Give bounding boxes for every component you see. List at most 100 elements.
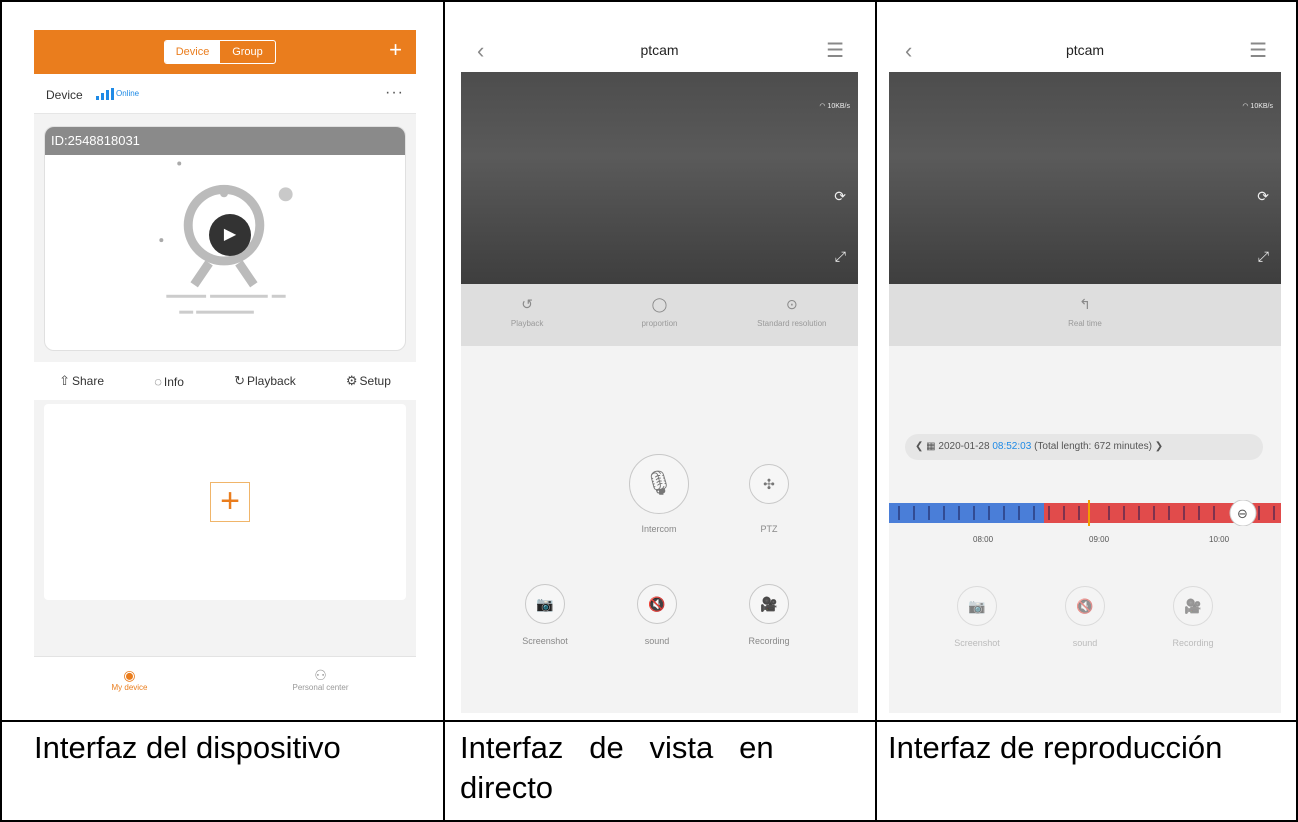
tab-device[interactable]: Device bbox=[165, 41, 220, 63]
table-border-left bbox=[0, 0, 2, 822]
playback-video[interactable]: ◠ 10KB/s ⟳ ⤢ bbox=[889, 72, 1281, 284]
share-button[interactable]: ⇧ Share bbox=[59, 373, 104, 389]
screenshot-label: Screenshot bbox=[954, 638, 1000, 648]
recording-button[interactable]: 🎥 bbox=[1173, 586, 1213, 626]
playback-title: ptcam bbox=[1065, 42, 1105, 58]
microphone-icon: 🎙 bbox=[643, 470, 675, 497]
camera-icon: 📷 bbox=[536, 596, 554, 612]
live-header: ‹ ptcam ☰ bbox=[461, 30, 858, 72]
live-view-screen: ‹ ptcam ☰ ◠ 10KB/s ⟳ ⤢ ↺ Playback ◯ propor… bbox=[461, 30, 858, 713]
timeline-time: 08:52:03 bbox=[992, 441, 1032, 452]
more-icon[interactable]: ··· bbox=[385, 84, 404, 102]
screenshot-button[interactable]: 📷 bbox=[957, 586, 997, 626]
playback-button[interactable]: ↻ Playback bbox=[234, 373, 296, 389]
calendar-icon[interactable]: ▦ bbox=[926, 441, 938, 452]
camera-icon: 📷 bbox=[968, 598, 986, 614]
fullscreen-icon[interactable]: ⤢ bbox=[835, 248, 846, 265]
realtime-label: Real time bbox=[1068, 319, 1102, 328]
playback-icon: ↻ bbox=[234, 373, 246, 388]
playback-header: ‹ ptcam ☰ bbox=[889, 30, 1281, 72]
live-controls: ↺ Playback ◯ proportion ⊙ Standard resoluti… bbox=[461, 284, 858, 346]
timeline-date: 2020-01-28 bbox=[938, 441, 990, 452]
table-border-top bbox=[0, 0, 1298, 2]
realtime-control[interactable]: ↰ Real time bbox=[889, 284, 1281, 346]
sd-icon: ⊙ bbox=[785, 296, 798, 312]
ptz-label: PTZ bbox=[760, 524, 778, 534]
realtime-icon: ↰ bbox=[1079, 296, 1091, 312]
info-button[interactable]: ◌ Info bbox=[154, 374, 184, 389]
bottom-nav: ◉ My device ⚇ Personal center bbox=[34, 656, 416, 710]
device-row: Device Online ··· bbox=[34, 74, 416, 114]
comparison-table: Device Group + Device Online ··· ID:2548… bbox=[0, 0, 1298, 822]
intercom-button[interactable]: 🎙 bbox=[629, 454, 689, 514]
device-label: Device bbox=[46, 88, 83, 102]
playback-controls: ↰ Real time bbox=[889, 284, 1281, 346]
next-day-icon[interactable]: ❯ bbox=[1155, 441, 1163, 452]
speed-label: 10KB/s bbox=[1250, 103, 1273, 110]
device-card[interactable]: ID:2548818031 ▶ bbox=[44, 126, 406, 351]
sound-button[interactable]: 🔇 bbox=[637, 584, 677, 624]
device-screen: Device Group + Device Online ··· ID:2548… bbox=[34, 30, 416, 710]
table-border-middle bbox=[0, 720, 1298, 722]
recording-button[interactable]: 🎥 bbox=[749, 584, 789, 624]
tab-group[interactable]: Group bbox=[220, 41, 275, 63]
sound-button[interactable]: 🔇 bbox=[1065, 586, 1105, 626]
menu-icon[interactable]: ☰ bbox=[826, 38, 844, 63]
bell-icon: ◌ bbox=[154, 373, 162, 389]
tab-personal-center[interactable]: ⚇ Personal center bbox=[225, 657, 416, 710]
caption-device: Interfaz del dispositivo bbox=[34, 730, 341, 765]
caption-live: Interfaz de vista en directo bbox=[460, 730, 783, 805]
rotate-icon[interactable]: ⟳ bbox=[1257, 188, 1269, 205]
fullscreen-icon[interactable]: ⤢ bbox=[1258, 248, 1269, 265]
status-online: Online bbox=[116, 89, 140, 98]
menu-icon[interactable]: ☰ bbox=[1249, 38, 1267, 63]
add-device-area[interactable]: + bbox=[44, 404, 406, 600]
playback-label: Playback bbox=[247, 374, 296, 388]
playback-screen: ‹ ptcam ☰ ◠ 10KB/s ⟳ ⤢ ↰ Real time ❮ ▦ 20… bbox=[889, 30, 1281, 713]
play-icon[interactable]: ▶ bbox=[209, 214, 251, 256]
sound-label: sound bbox=[1072, 638, 1098, 648]
recording-label: Recording bbox=[1172, 638, 1214, 648]
playback-label: Playback bbox=[510, 319, 544, 328]
speaker-muted-icon: 🔇 bbox=[1076, 598, 1094, 614]
speed-label: 10KB/s bbox=[827, 103, 850, 110]
person-icon: ⚇ bbox=[314, 667, 327, 683]
tab-my-device[interactable]: ◉ My device bbox=[34, 657, 225, 710]
resolution-control[interactable]: ⊙ Standard resolution bbox=[726, 284, 858, 346]
tick-1000: 10:00 bbox=[1209, 535, 1230, 544]
timeline-total: (Total length: 672 minutes) bbox=[1034, 441, 1152, 452]
intercom-label: Intercom bbox=[641, 524, 677, 534]
rotate-icon[interactable]: ⟳ bbox=[834, 188, 846, 205]
info-label: Info bbox=[163, 374, 184, 389]
device-group-toggle[interactable]: Device Group bbox=[164, 40, 276, 64]
tick-0900: 09:00 bbox=[1089, 535, 1110, 544]
device-id: ID:2548818031 bbox=[45, 127, 405, 155]
ptz-icon: ✣ bbox=[763, 476, 775, 492]
caption-playback: Interfaz de reproducción bbox=[888, 730, 1223, 765]
prev-day-icon[interactable]: ❮ bbox=[915, 441, 926, 452]
recording-label: Recording bbox=[748, 636, 790, 646]
timeline-date-nav[interactable]: ❮ ▦ 2020-01-28 08:52:03 (Total length: 6… bbox=[905, 434, 1263, 460]
video-record-icon: 🎥 bbox=[1184, 598, 1202, 614]
setup-label: Setup bbox=[359, 374, 391, 388]
proportion-icon: ◯ bbox=[651, 296, 668, 312]
tab-personal-label: Personal center bbox=[292, 683, 349, 692]
playback-control[interactable]: ↺ Playback bbox=[461, 284, 593, 346]
live-video[interactable]: ◠ 10KB/s ⟳ ⤢ bbox=[461, 72, 858, 284]
recording-timeline[interactable]: ⊖ bbox=[889, 500, 1281, 526]
svg-text:⊖: ⊖ bbox=[1237, 507, 1248, 522]
tick-0800: 08:00 bbox=[973, 535, 994, 544]
device-actions: ⇧ Share ◌ Info ↻ Playback ⚙ Setup bbox=[34, 362, 416, 400]
proportion-control[interactable]: ◯ proportion bbox=[593, 284, 725, 346]
setup-button[interactable]: ⚙ Setup bbox=[346, 373, 391, 389]
video-record-icon: 🎥 bbox=[760, 596, 778, 612]
wifi-speed: ◠ 10KB/s bbox=[819, 102, 850, 110]
add-plus-icon[interactable]: + bbox=[210, 482, 250, 522]
ptz-button[interactable]: ✣ bbox=[749, 464, 789, 504]
resolution-label: Standard resolution bbox=[757, 319, 827, 328]
table-border-col1 bbox=[443, 0, 445, 822]
table-border-col2 bbox=[875, 0, 877, 822]
screenshot-button[interactable]: 📷 bbox=[525, 584, 565, 624]
add-device-icon[interactable]: + bbox=[389, 38, 402, 62]
speaker-muted-icon: 🔇 bbox=[648, 596, 666, 612]
